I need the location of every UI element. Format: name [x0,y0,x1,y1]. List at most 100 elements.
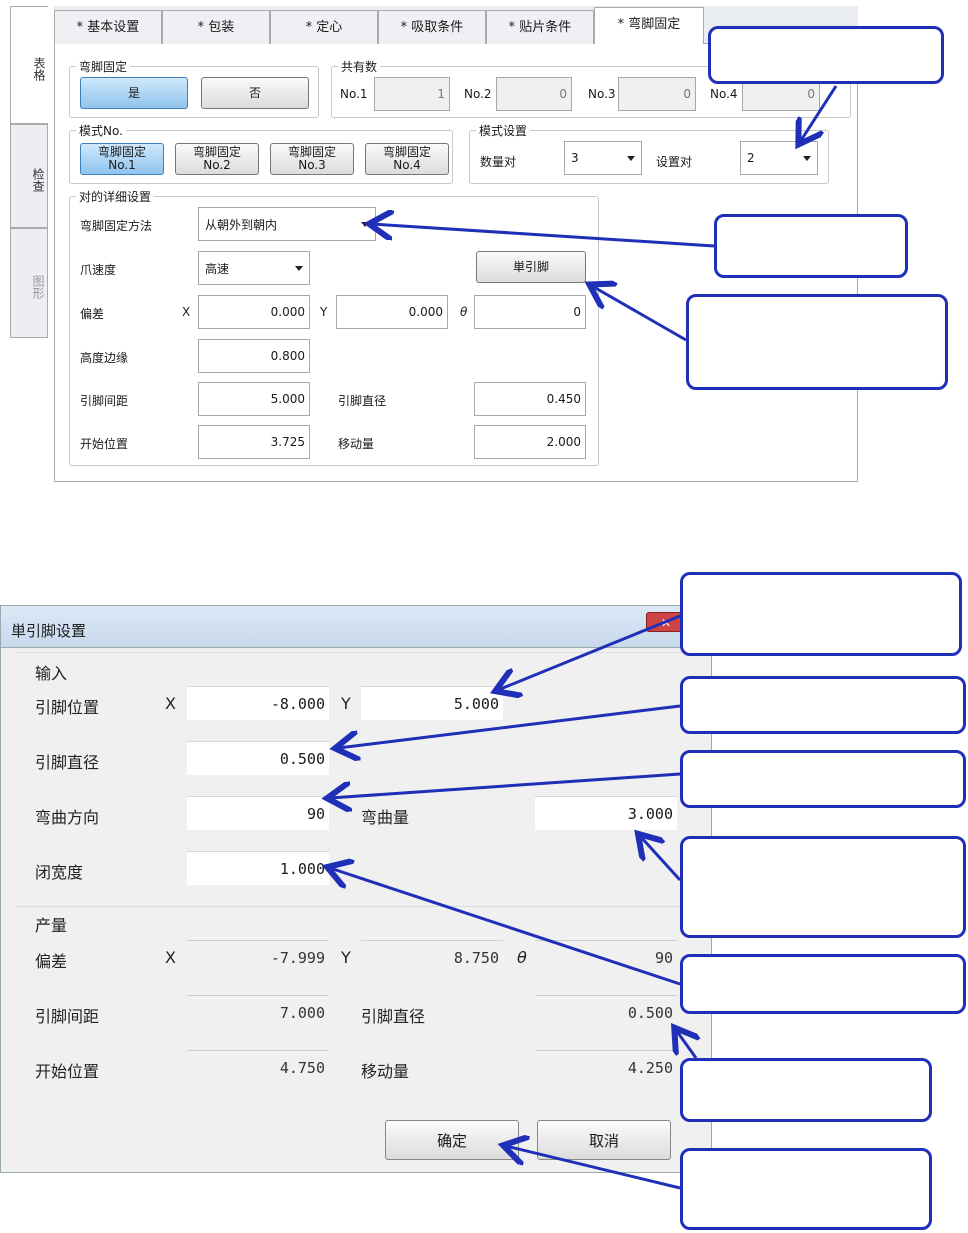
callout-box-8 [680,954,966,1014]
input-section [15,652,705,912]
output-pitch-label: 引脚间距 [35,1007,100,1026]
close-width-field[interactable]: 1.000 [187,851,329,885]
pattern-no-group: 模式No. 弯脚固定 No.1 弯脚固定 No.2 弯脚固定 No.3 弯脚固定 No.… [69,122,453,184]
bend-method-value: 从朝外到朝内 [205,217,278,232]
tab-packaging[interactable]: * 包装 [162,10,270,44]
output-move-label: 移动量 [361,1062,410,1081]
pair-count-label: 数量对 [480,155,517,169]
close-width-label: 闭宽度 [35,863,84,882]
claw-speed-dropdown[interactable]: 高速 [198,251,310,285]
shared-no2-label: No.2 [464,87,492,101]
output-section-title: 产量 [35,916,68,935]
side-tab-graphic[interactable]: 图形 [10,228,48,338]
output-diameter-value: 0.500 [535,995,677,1029]
bend-amount-label: 弯曲量 [361,808,410,827]
output-offset-theta-value: 90 [535,940,677,974]
pair-count-dropdown[interactable]: 3 [564,141,642,175]
tab-pin-bend-fix[interactable]: * 弯脚固定 [594,7,704,45]
output-start-label: 开始位置 [35,1062,100,1081]
output-diameter-label: 引脚直径 [361,1007,426,1026]
pair-detail-group: 对的详细设置 弯脚固定方法 从朝外到朝内 爪速度 高速 単引脚 偏差 X 0.0… [69,188,599,466]
pin-diameter-input-label: 引脚直径 [35,753,100,772]
callout-box-6 [680,750,966,808]
bend-fix-no-button[interactable]: 否 [201,77,309,109]
pin-position-label: 引脚位置 [35,698,100,717]
tab-mount-conditions[interactable]: * 贴片条件 [486,10,594,44]
offset-theta-field[interactable]: 0 [474,295,586,329]
dialog-titlebar: 単引脚设置 ✕ [1,606,713,648]
input-section-title: 输入 [35,664,68,683]
tab-basic-settings[interactable]: * 基本设置 [54,10,162,44]
set-pair-value: 2 [747,151,755,165]
yes-label: 是 [127,85,140,100]
callout-box-5 [680,676,966,734]
bend-method-label: 弯脚固定方法 [80,219,153,233]
tab-centering[interactable]: * 定心 [270,10,378,44]
offset-label: 偏差 [80,307,105,321]
offset-theta-label: θ [460,305,468,319]
bend-amount-field[interactable]: 3.000 [535,796,677,830]
height-edge-label: 高度边缘 [80,351,129,365]
shared-count-title: 共有数 [338,58,381,75]
pattern-no4-button[interactable]: 弯脚固定 No.4 [365,143,449,175]
bend-fix-yes-button[interactable]: 是 [80,77,188,109]
pattern-no3-button[interactable]: 弯脚固定 No.3 [270,143,354,175]
start-position-field[interactable]: 3.725 [198,425,310,459]
start-position-label: 开始位置 [80,437,129,451]
tab-pickup-conditions[interactable]: * 吸取条件 [378,10,486,44]
output-offset-y-value: 8.750 [361,940,503,974]
side-tab-check[interactable]: 检查 [10,124,48,228]
output-move-value: 4.250 [535,1050,677,1084]
chevron-down-icon [803,156,811,161]
pin-pitch-label: 引脚间距 [80,394,129,408]
output-offset-x-label: X [165,948,176,967]
chevron-down-icon [295,266,303,271]
shared-no4-label: No.4 [710,87,738,101]
set-pair-dropdown[interactable]: 2 [740,141,818,175]
shared-no1-field: 1 [374,77,450,111]
pin-position-y-field[interactable]: 5.000 [361,686,503,720]
pattern-settings-title: 模式设置 [476,122,531,139]
claw-speed-value: 高速 [205,261,230,276]
single-pin-label: 単引脚 [512,259,549,274]
bend-fix-group: 弯脚固定 是 否 [69,58,319,118]
bend-direction-label: 弯曲方向 [35,808,100,827]
chevron-down-icon [627,156,635,161]
pin-position-x-field[interactable]: -8.000 [187,686,329,720]
single-pin-button[interactable]: 単引脚 [476,251,586,283]
claw-speed-label: 爪速度 [80,263,117,277]
ok-label: 确定 [436,1131,467,1150]
no-label: 否 [248,85,261,100]
output-pitch-value: 7.000 [187,995,329,1029]
offset-x-label: X [182,305,191,319]
move-amount-label: 移动量 [338,437,375,451]
callout-box-4 [680,572,962,656]
section-divider [15,906,705,907]
side-tab-table[interactable]: 表格 [10,6,48,124]
cancel-button[interactable]: 取消 [537,1120,671,1160]
pattern-no2-button[interactable]: 弯脚固定 No.2 [175,143,259,175]
pattern-settings-group: 模式设置 数量对 3 设置对 2 [469,122,829,184]
pin-diameter-input-field[interactable]: 0.500 [187,741,329,775]
shared-no1-label: No.1 [340,87,368,101]
offset-x-field[interactable]: 0.000 [198,295,310,329]
pin-pitch-field[interactable]: 5.000 [198,382,310,416]
ok-button[interactable]: 确定 [385,1120,519,1160]
pin-diameter-field[interactable]: 0.450 [474,382,586,416]
pair-detail-title: 对的详细设置 [76,188,155,205]
dialog-title: 単引脚设置 [11,622,87,640]
output-start-value: 4.750 [187,1050,329,1084]
bend-method-dropdown[interactable]: 从朝外到朝内 [198,207,376,241]
callout-box-7 [680,836,966,938]
output-offset-x-value: -7.999 [187,940,329,974]
bend-direction-field[interactable]: 90 [187,796,329,830]
offset-y-label: Y [320,305,328,319]
pattern-no1-button[interactable]: 弯脚固定 No.1 [80,143,164,175]
height-edge-field[interactable]: 0.800 [198,339,310,373]
pattern-no-title: 模式No. [76,122,126,139]
single-pin-dialog: 単引脚设置 ✕ 输入 引脚位置 X -8.000 Y 5.000 引脚直径 0.… [0,605,713,1173]
pattern-no3-line2: No.3 [298,158,326,172]
move-amount-field[interactable]: 2.000 [474,425,586,459]
offset-y-field[interactable]: 0.000 [336,295,448,329]
pair-count-value: 3 [571,151,579,165]
